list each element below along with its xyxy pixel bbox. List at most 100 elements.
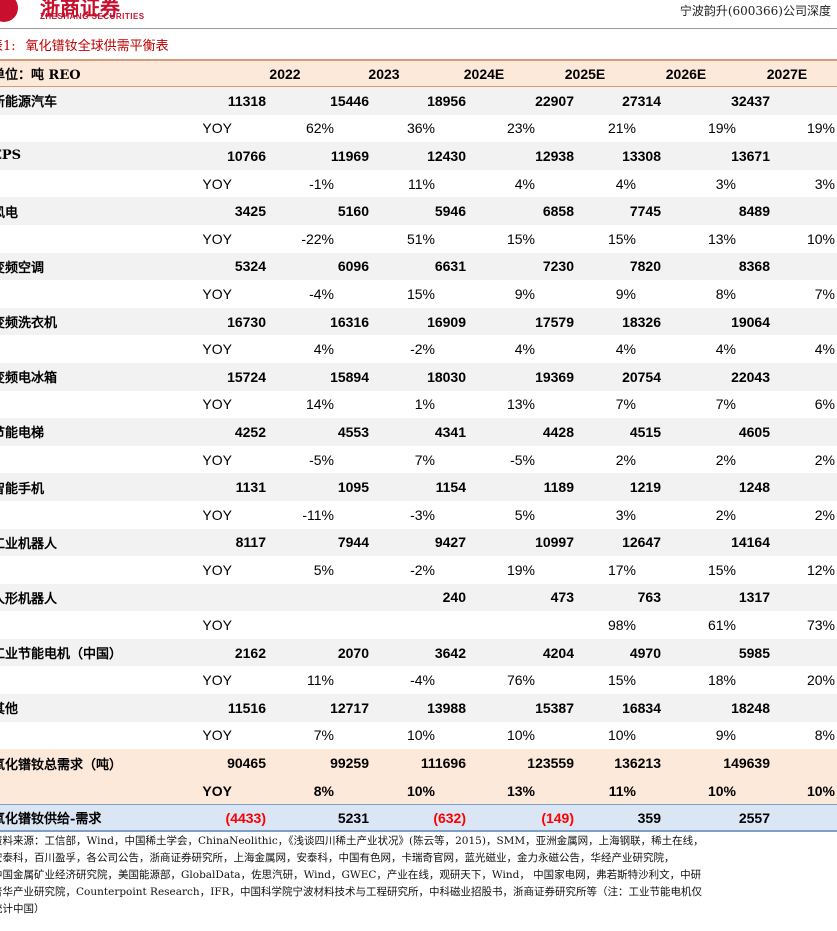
yoy-cell: 4% [313, 341, 334, 358]
source-note: 资料来源：工信部，Wind，中国稀土学会，ChinaNeolithic，《浅谈四… [0, 833, 837, 918]
value-cell: 3425 [234, 203, 266, 220]
unit-label: 单位：吨 REO [0, 68, 81, 83]
yoy-cell: 17% [607, 561, 636, 578]
yoy-label: YOY [202, 120, 232, 137]
value-cell: 18326 [622, 313, 661, 330]
yoy-cell: 76% [506, 672, 535, 689]
value-cell: 15724 [227, 368, 266, 385]
sector-row: 人形机器人 240 473 763 1317 [0, 583, 837, 612]
value-cell: 18248 [731, 699, 770, 716]
sector-row: 工业节能电机（中国） 2162 2070 3642 4204 4970 5985 [0, 638, 837, 667]
year-header: 2024E [463, 65, 505, 82]
yoy-cell: 13% [707, 230, 736, 247]
value-cell: 14164 [731, 534, 770, 551]
sector-row: 节能电梯 4252 4553 4341 4428 4515 4605 [0, 418, 837, 446]
yoy-cell: 8% [715, 285, 736, 302]
yoy-cell: 8% [313, 782, 334, 799]
value-cell: 13308 [622, 147, 661, 164]
yoy-cell: 7% [414, 451, 435, 468]
row-label: 新能源汽车 [0, 95, 58, 111]
yoy-cell: 10% [406, 782, 435, 799]
value-cell: 7745 [629, 203, 661, 220]
value-cell: 6096 [337, 258, 369, 275]
sector-row: 工业机器人 8117 7944 9427 10997 12647 14164 [0, 528, 837, 557]
report-title: 宁波韵升(600366)公司深度 [679, 4, 831, 18]
source-line: 资料来源：工信部，Wind，中国稀土学会，ChinaNeolithic，《浅谈四… [0, 835, 704, 847]
yoy-cell: 10% [707, 782, 736, 799]
yoy-cell [435, 611, 535, 639]
yoy-row: YOY 7% 10% 10% 10% 9% 8% [0, 722, 837, 750]
value-cell: 19369 [535, 368, 574, 385]
row-label: 变频洗衣机 [0, 316, 58, 332]
yoy-cell: 3% [814, 175, 835, 192]
yoy-cell: 18% [707, 672, 736, 689]
yoy-cell: 19% [506, 561, 535, 578]
value-cell: 11516 [227, 699, 266, 716]
caption-title: 氧化镨钕全球供需平衡表 [25, 39, 169, 54]
value-cell: 8368 [738, 258, 770, 275]
value-cell: (632) [433, 809, 466, 826]
value-cell: 1154 [435, 479, 466, 496]
yoy-cell: 11% [408, 175, 435, 192]
yoy-cell: 51% [406, 230, 435, 247]
yoy-label: YOY [202, 617, 232, 634]
year-header: 2026E [665, 65, 707, 82]
yoy-cell: 15% [707, 561, 736, 578]
value-cell: 10997 [535, 534, 574, 551]
yoy-cell: 3% [615, 506, 636, 523]
value-cell: 15387 [535, 699, 574, 716]
yoy-row: YOY -1% 11% 4% 4% 3% 3% [0, 170, 837, 198]
value-cell: 359 [637, 809, 661, 826]
yoy-cell: 23% [506, 120, 535, 137]
value-cell: 763 [637, 589, 661, 606]
value-cell: 5985 [738, 644, 770, 661]
value-cell: 4341 [434, 423, 466, 440]
yoy-cell: 7% [715, 396, 736, 413]
value-cell: 4515 [629, 423, 661, 440]
value-cell: 9427 [434, 534, 466, 551]
value-cell [200, 584, 266, 612]
yoy-label: YOY [202, 561, 232, 578]
value-cell: 99259 [330, 755, 369, 772]
yoy-cell: 10% [607, 727, 636, 744]
row-label: 变频空调 [0, 260, 45, 276]
yoy-label: YOY [202, 341, 232, 358]
table-caption: 表1: 氧化镨钕全球供需平衡表 [0, 35, 169, 54]
value-cell: 4428 [542, 423, 574, 440]
yoy-cell: 10% [806, 230, 835, 247]
yoy-cell: 8% [814, 727, 835, 744]
value-cell: 1248 [738, 479, 770, 496]
value-cell: 4204 [542, 644, 574, 661]
value-cell: 11969 [330, 147, 369, 164]
yoy-cell: 14% [305, 396, 334, 413]
sector-row: 其他 11516 12717 13988 15387 16834 18248 [0, 694, 837, 722]
row-label: 风电 [0, 205, 19, 221]
yoy-cell: 20% [806, 672, 835, 689]
value-cell: 3642 [434, 644, 466, 661]
yoy-cell: 62% [305, 120, 334, 137]
sector-row: 变频空调 5324 6096 6631 7230 7820 8368 [0, 252, 837, 281]
table-header-row: 单位：吨 REO 2022 2023 2024E 2025E 2026E 202… [0, 59, 837, 87]
sector-row: 风电 3425 5160 5946 6858 7745 8489 [0, 197, 837, 225]
yoy-cell: -5% [309, 451, 334, 468]
sector-row: 智能手机 1131 1095 1154 1189 1219 1248 [0, 473, 837, 501]
yoy-cell: 36% [406, 120, 435, 137]
value-cell: 16834 [622, 699, 661, 716]
yoy-row: YOY 11% -4% 76% 15% 18% 20% [0, 666, 837, 694]
value-cell: 11318 [227, 92, 266, 109]
value-cell: 4605 [738, 423, 770, 440]
yoy-cell: 13% [506, 396, 535, 413]
source-line: 统计中国） [0, 903, 45, 915]
yoy-label: YOY [202, 506, 232, 523]
yoy-label: YOY [202, 230, 232, 247]
value-cell: 18956 [427, 92, 466, 109]
value-cell: 15446 [330, 92, 369, 109]
yoy-row: YOY 8% 10% 13% 11% 10% 10% [0, 776, 837, 805]
value-cell: 111696 [420, 755, 466, 772]
yoy-cell: 4% [514, 175, 535, 192]
yoy-label: YOY [202, 727, 232, 744]
value-cell: 16730 [227, 313, 266, 330]
yoy-cell: 73% [806, 617, 835, 634]
value-cell: 19064 [731, 313, 770, 330]
value-cell: 1095 [337, 479, 369, 496]
